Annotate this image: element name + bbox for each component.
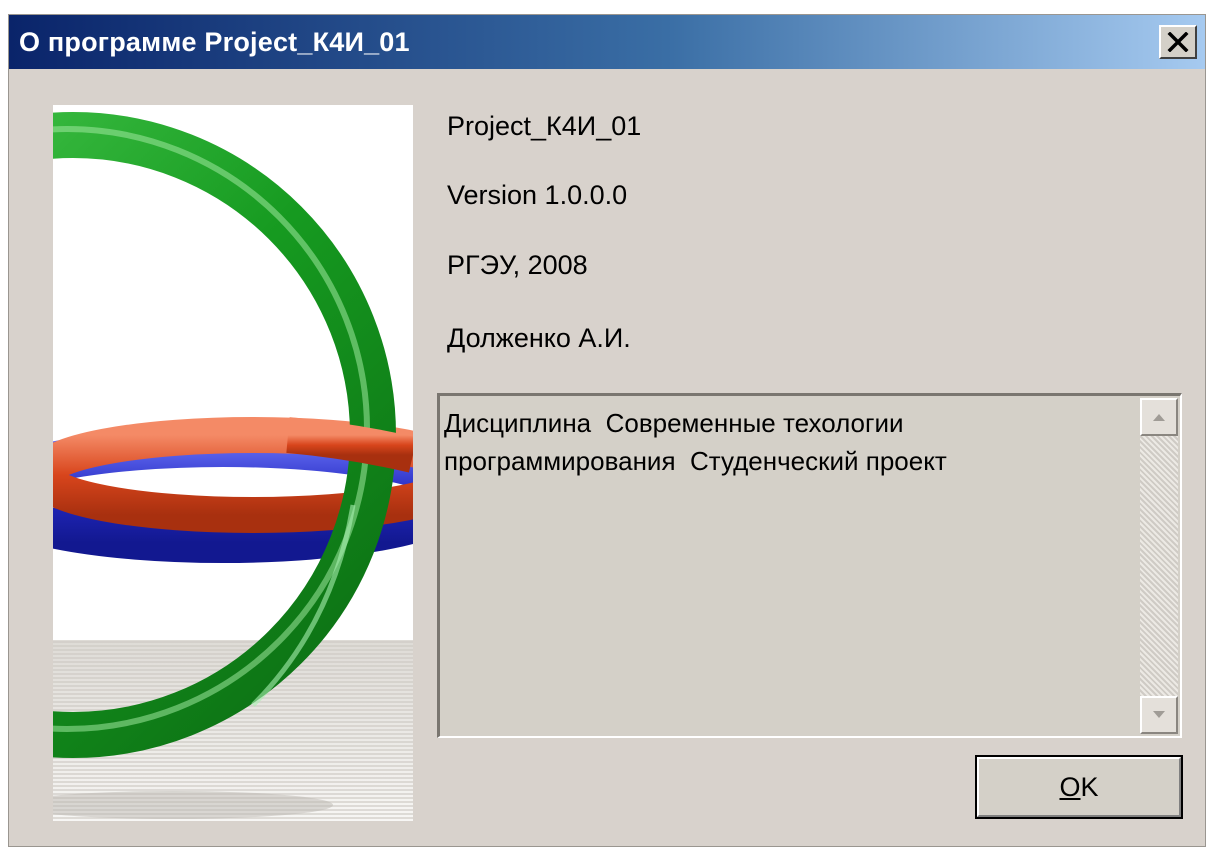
scroll-down-button[interactable]	[1140, 696, 1178, 734]
window-title: О программе Project_К4И_01	[19, 27, 410, 57]
ok-mnemonic-letter: O	[1059, 771, 1081, 802]
author-label: Долженко А.И.	[447, 323, 631, 353]
close-icon	[1167, 32, 1189, 52]
ok-button-face: OK	[977, 757, 1181, 817]
ok-label-rest: K	[1080, 771, 1099, 802]
ok-button[interactable]: OK	[975, 755, 1183, 819]
copyright-label: РГЭУ, 2008	[447, 250, 588, 280]
product-name: Project_К4И_01	[447, 111, 642, 141]
about-dialog: О программе Project_К4И_01 Project_К4И_0…	[8, 14, 1206, 847]
vertical-scrollbar[interactable]	[1140, 398, 1178, 734]
version-label: Version 1.0.0.0	[447, 180, 628, 210]
close-button[interactable]	[1159, 25, 1197, 59]
description-text: Дисциплина Современные техологии програм…	[444, 408, 947, 476]
arrow-up-icon	[1153, 414, 1165, 421]
arrow-down-icon	[1153, 711, 1165, 718]
product-logo-image	[53, 105, 413, 821]
description-memo[interactable]: Дисциплина Современные техологии програм…	[437, 393, 1182, 738]
scroll-up-button[interactable]	[1140, 398, 1178, 436]
title-bar[interactable]: О программе Project_К4И_01	[9, 15, 1205, 69]
